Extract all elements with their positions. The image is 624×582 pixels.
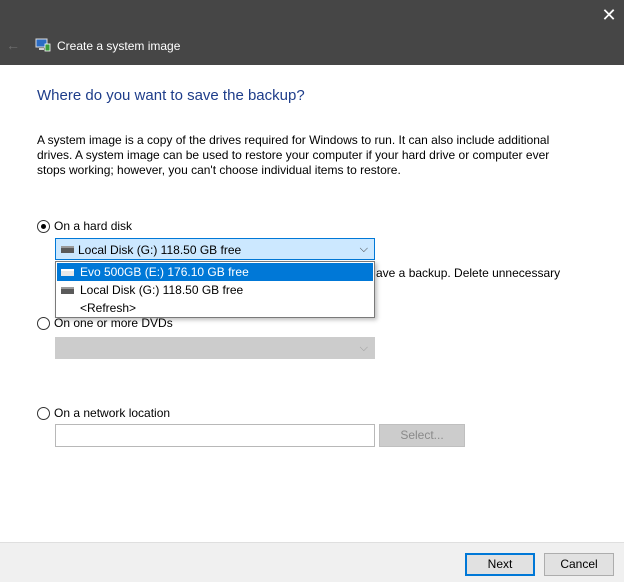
chevron-down-icon: ⌵ — [359, 243, 368, 255]
backup-app-icon — [35, 38, 51, 52]
network-option[interactable]: On a network location — [37, 406, 170, 420]
title-bar: ✕ ← Create a system image — [0, 0, 624, 65]
dvd-select: ⌵ — [55, 337, 375, 359]
obscured-warning-text: ave a backup. Delete unnecessary — [376, 266, 561, 280]
back-arrow-icon[interactable]: ← — [6, 38, 22, 52]
dvd-label: On one or more DVDs — [54, 316, 173, 330]
network-radio[interactable] — [37, 406, 50, 420]
select-network-button: Select... — [379, 424, 465, 447]
next-button[interactable]: Next — [465, 553, 535, 576]
close-button[interactable]: ✕ — [594, 0, 624, 30]
dvd-option[interactable]: On one or more DVDs — [37, 316, 173, 330]
dropdown-option-refresh[interactable]: <Refresh> — [57, 299, 373, 317]
close-icon: ✕ — [601, 5, 617, 25]
window-title: Create a system image — [57, 39, 181, 53]
drive-icon — [61, 269, 74, 276]
hard-disk-dropdown-list: Evo 500GB (E:) 176.10 GB free Local Disk… — [55, 261, 375, 318]
page-heading: Where do you want to save the backup? — [37, 87, 305, 104]
dropdown-option-local-disk[interactable]: Local Disk (G:) 118.50 GB free — [57, 281, 373, 299]
network-label: On a network location — [54, 406, 171, 420]
drive-icon — [61, 246, 74, 253]
page-description: A system image is a copy of the drives r… — [37, 133, 550, 177]
network-location-input[interactable] — [55, 424, 375, 447]
cancel-button[interactable]: Cancel — [544, 553, 614, 576]
dropdown-option-evo[interactable]: Evo 500GB (E:) 176.10 GB free — [57, 263, 373, 281]
hard-disk-select[interactable]: Local Disk (G:) 118.50 GB free ⌵ — [55, 238, 375, 260]
hard-disk-label: On a hard disk — [54, 219, 133, 233]
drive-icon — [61, 287, 74, 294]
hard-disk-radio[interactable] — [37, 219, 50, 233]
hard-disk-selected-value: Local Disk (G:) 118.50 GB free — [78, 243, 242, 257]
hard-disk-option[interactable]: On a hard disk — [37, 219, 132, 233]
chevron-down-icon: ⌵ — [359, 342, 368, 354]
dvd-radio[interactable] — [37, 316, 50, 330]
footer-bar: Next Cancel — [0, 542, 624, 582]
